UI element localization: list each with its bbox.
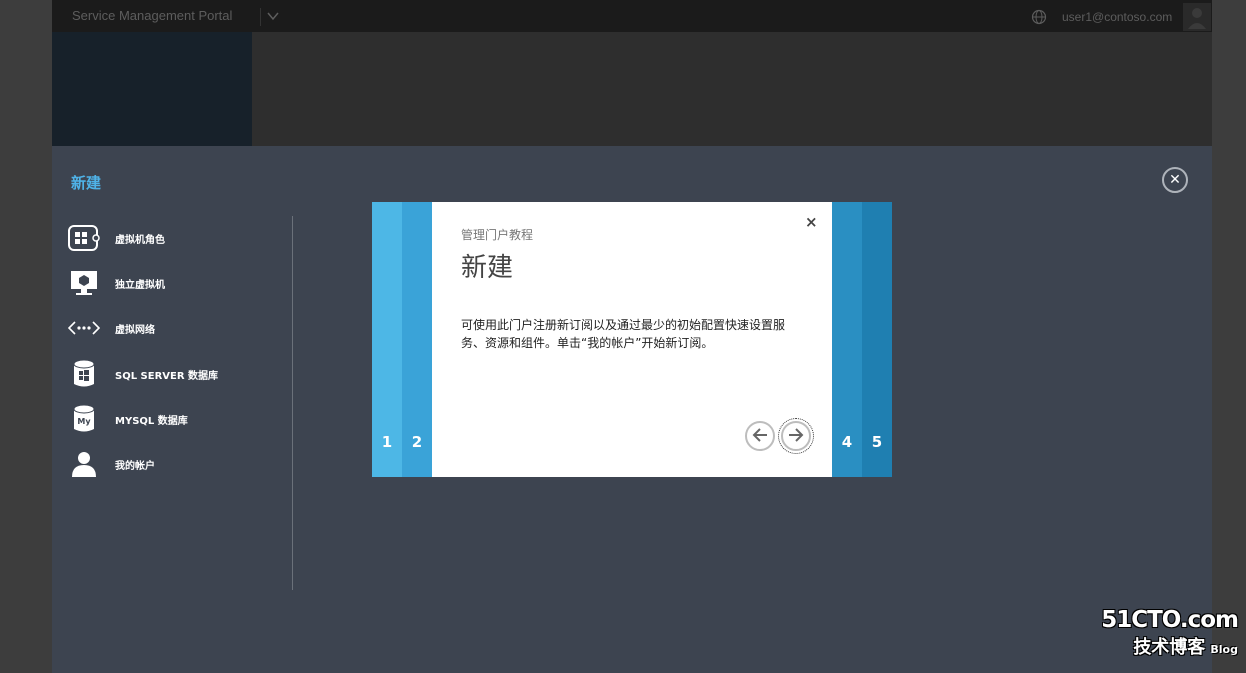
tutorial-page-5[interactable]: 5 bbox=[862, 202, 892, 477]
avatar[interactable] bbox=[1183, 3, 1211, 31]
tutorial-dialog: 1 2 管理门户教程 新建 可使用此门户注册新订阅以及通过最少的初始配置快速设置… bbox=[372, 202, 892, 477]
menu-item-label: SQL SERVER 数据库 bbox=[115, 370, 219, 382]
watermark-tagline: 技术博客 bbox=[1133, 637, 1206, 658]
content-area bbox=[252, 32, 1212, 146]
vm-role-icon bbox=[68, 222, 100, 254]
tutorial-page-1[interactable]: 1 bbox=[372, 202, 402, 477]
menu-item-label: 虚拟机角色 bbox=[115, 234, 165, 246]
svg-text:My: My bbox=[77, 417, 91, 426]
menu-item-standalone-vm[interactable]: 独立虚拟机 bbox=[68, 267, 165, 299]
previous-button[interactable] bbox=[745, 421, 775, 451]
mysql-database-icon: My bbox=[68, 403, 100, 435]
next-button[interactable] bbox=[778, 418, 814, 454]
arrow-left-icon bbox=[752, 427, 768, 446]
user-account-icon bbox=[68, 448, 100, 480]
virtual-network-icon bbox=[68, 312, 100, 344]
tutorial-page-4[interactable]: 4 bbox=[832, 202, 862, 477]
portal-title: Service Management Portal bbox=[72, 8, 233, 23]
standalone-vm-icon bbox=[68, 267, 100, 299]
drawer-divider bbox=[292, 216, 293, 590]
sql-server-database-icon bbox=[68, 358, 100, 390]
tutorial-card: 管理门户教程 新建 可使用此门户注册新订阅以及通过最少的初始配置快速设置服务、资… bbox=[432, 202, 832, 477]
menu-item-sql-server[interactable]: SQL SERVER 数据库 bbox=[68, 358, 218, 390]
tutorial-body: 可使用此门户注册新订阅以及通过最少的初始配置快速设置服务、资源和组件。单击“我的… bbox=[461, 318, 786, 350]
watermark: 51CTO.com 技术博客 Blog bbox=[1101, 607, 1239, 659]
tutorial-page-2[interactable]: 2 bbox=[402, 202, 432, 477]
right-frame bbox=[1212, 0, 1246, 673]
navigation-panel bbox=[52, 32, 252, 146]
watermark-blog: Blog bbox=[1210, 643, 1238, 656]
menu-item-label: 独立虚拟机 bbox=[115, 279, 165, 291]
page-number: 1 bbox=[381, 433, 393, 451]
drawer-title: 新建 bbox=[71, 174, 102, 192]
chevron-down-icon[interactable] bbox=[266, 8, 280, 22]
arrow-right-icon bbox=[788, 427, 804, 446]
close-icon: ✕ bbox=[1169, 172, 1181, 188]
watermark-site: 51CTO.com bbox=[1101, 607, 1239, 633]
tutorial-subtitle: 管理门户教程 bbox=[461, 228, 534, 242]
tutorial-heading: 新建 bbox=[461, 253, 514, 283]
menu-item-label: MYSQL 数据库 bbox=[115, 415, 188, 427]
menu-item-my-account[interactable]: 我的帐户 bbox=[68, 448, 155, 480]
page-number: 2 bbox=[411, 433, 423, 451]
top-bar: Service Management Portal user1@contoso.… bbox=[52, 0, 1212, 32]
page-number: 5 bbox=[871, 433, 883, 451]
drawer-close-button[interactable]: ✕ bbox=[1162, 167, 1188, 193]
title-separator bbox=[260, 8, 261, 26]
menu-item-label: 我的帐户 bbox=[115, 460, 155, 472]
menu-item-label: 虚拟网络 bbox=[115, 324, 155, 336]
tutorial-close-button[interactable]: × bbox=[805, 213, 818, 231]
globe-icon[interactable] bbox=[1031, 9, 1047, 25]
page-number: 4 bbox=[841, 433, 853, 451]
menu-item-virtual-network[interactable]: 虚拟网络 bbox=[68, 312, 155, 344]
user-email[interactable]: user1@contoso.com bbox=[1062, 10, 1172, 24]
menu-item-mysql[interactable]: My MYSQL 数据库 bbox=[68, 403, 188, 435]
left-frame bbox=[0, 0, 52, 673]
menu-item-vm-role[interactable]: 虚拟机角色 bbox=[68, 222, 165, 254]
